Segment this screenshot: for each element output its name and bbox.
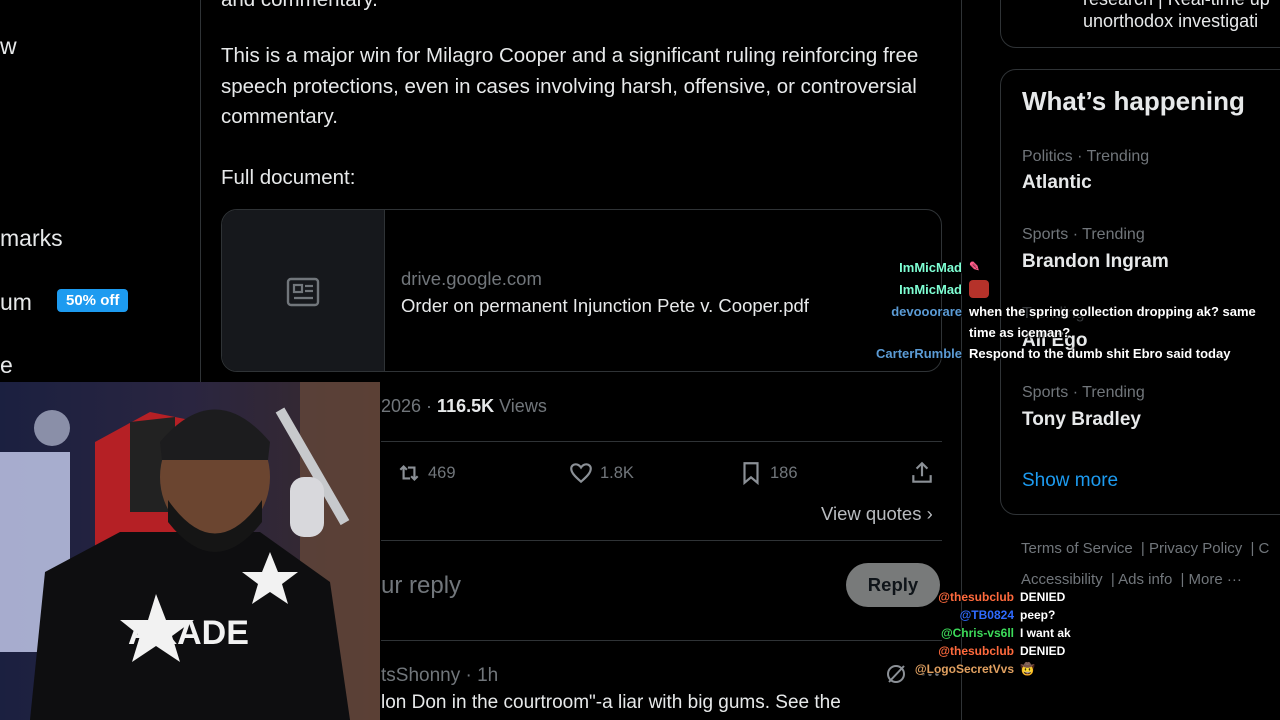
chat-username: @thesubclub [938, 644, 1014, 658]
cookie-link[interactable]: C [1259, 540, 1270, 557]
nav-item-premium[interactable]: um [0, 289, 32, 316]
post-paragraph: This is a major win for Milagro Cooper a… [221, 44, 919, 128]
terms-link[interactable]: Terms of Service [1021, 540, 1133, 557]
chat-message: @TB0824 peep? [900, 608, 1100, 625]
chat-text: DENIED [1020, 590, 1066, 604]
chat-text: peep? [1020, 608, 1056, 622]
share-icon [912, 461, 932, 483]
chat-message: ImMicMad ✎ [850, 259, 1280, 278]
chevron-right-icon: › [926, 503, 933, 524]
chat-username: @LogoSecretVvs [914, 662, 1014, 676]
show-more-link[interactable]: Show more [1022, 470, 1118, 492]
chat-username: @Chris-vs6ll [940, 626, 1014, 640]
emote-icon [969, 280, 989, 298]
trend-name[interactable]: Atlantic [1022, 172, 1092, 194]
view-quotes-label: View quotes [821, 503, 922, 524]
reply-text: lon Don in the courtroom"-a liar with bi… [381, 692, 841, 713]
like-count: 1.8K [600, 463, 634, 482]
nav-item-partial-bottom[interactable]: e [0, 352, 13, 379]
views-label: Views [499, 396, 547, 416]
bookmark-button[interactable]: 186 [738, 460, 798, 486]
jersey-lettering: AKADE [128, 614, 249, 652]
link-card-thumbnail [222, 210, 385, 371]
post-meta: 2026 · 116.5K Views [381, 396, 547, 416]
footer-links: Accessibility | Ads info | More ··· [1021, 571, 1242, 588]
chat-message: ImMicMad [850, 280, 1280, 300]
trend-category: Politics · Trending [1022, 148, 1150, 165]
trend-name[interactable]: Tony Bradley [1022, 409, 1141, 431]
repost-button[interactable]: 469 [396, 460, 456, 486]
chat-username: devooorare [891, 304, 962, 319]
like-button[interactable]: 1.8K [568, 460, 634, 486]
nav-item-bookmarks[interactable]: marks [0, 225, 63, 252]
bookmark-icon [743, 462, 759, 486]
article-icon [286, 277, 320, 306]
divider [381, 441, 942, 442]
chat-message: devooorare when the spring collection dr… [850, 304, 1280, 344]
reply-input[interactable]: ur reply [381, 572, 461, 600]
heart-icon [570, 463, 592, 484]
chat-username: ImMicMad [899, 282, 962, 297]
streamer-webcam-image: AKADE [0, 382, 380, 720]
subscribe-line-2: unorthodox investigati [1083, 11, 1259, 31]
chat-message: @thesubclub DENIED [900, 590, 1100, 607]
divider [381, 540, 942, 541]
subscribe-line-1: research | Real-time up [1083, 0, 1270, 10]
trend-category: Sports · Trending [1022, 226, 1145, 243]
webcam-overlay: AKADE [0, 382, 380, 720]
nav-item-partial-top[interactable]: w [0, 33, 17, 60]
link-card-domain: drive.google.com [401, 268, 542, 289]
chat-message: @thesubclub DENIED [900, 644, 1100, 661]
chat-text: I want ak [1020, 626, 1071, 640]
ads-info-link[interactable]: Ads info [1118, 571, 1172, 588]
reply-author[interactable]: tsShonny · 1h [381, 665, 498, 687]
chat-message: @Chris-vs6ll I want ak [900, 626, 1100, 643]
chat-message: @LogoSecretVvs 🤠 [900, 662, 1100, 679]
post-date[interactable]: 2026 [381, 396, 421, 416]
chat-text: DENIED [1020, 644, 1066, 658]
chat-message: CarterRumble Respond to the dumb shit Eb… [850, 346, 1280, 364]
trend-category: Sports · Trending [1022, 384, 1145, 401]
divider [381, 640, 942, 641]
chat-username: ImMicMad [899, 260, 962, 275]
privacy-link[interactable]: Privacy Policy [1149, 540, 1242, 557]
share-button[interactable] [909, 460, 935, 486]
more-link[interactable]: More ··· [1189, 571, 1242, 588]
chat-text: Respond to the dumb shit Ebro said today [969, 346, 1231, 361]
whats-happening-title: What’s happening [1022, 86, 1245, 116]
link-card[interactable]: drive.google.com Order on permanent Inju… [221, 209, 942, 372]
chat-username: @thesubclub [938, 590, 1014, 604]
link-card-title: Order on permanent Injunction Pete v. Co… [401, 295, 809, 316]
chat-text-wrap: time as iceman? [969, 325, 1071, 340]
view-quotes-link[interactable]: View quotes › [821, 503, 933, 525]
emote-icon: ✎ [969, 259, 980, 274]
full-document-label: Full document: [221, 166, 356, 189]
bookmark-count: 186 [770, 463, 798, 482]
chat-text: 🤠 [1020, 662, 1035, 676]
views-count: 116.5K [437, 396, 495, 416]
premium-discount-badge[interactable]: 50% off [57, 289, 129, 312]
repost-icon [399, 464, 419, 482]
accessibility-link[interactable]: Accessibility [1021, 571, 1103, 588]
subscribe-box: research | Real-time up unorthodox inves… [1000, 0, 1280, 48]
chat-username: @TB0824 [959, 608, 1014, 622]
chat-text: when the spring collection dropping ak? … [969, 304, 1256, 319]
footer-links: Terms of Service | Privacy Policy | C [1021, 540, 1270, 557]
post-text-top: and commentary. [221, 0, 941, 16]
repost-count: 469 [428, 463, 456, 482]
chat-username: CarterRumble [876, 346, 962, 361]
